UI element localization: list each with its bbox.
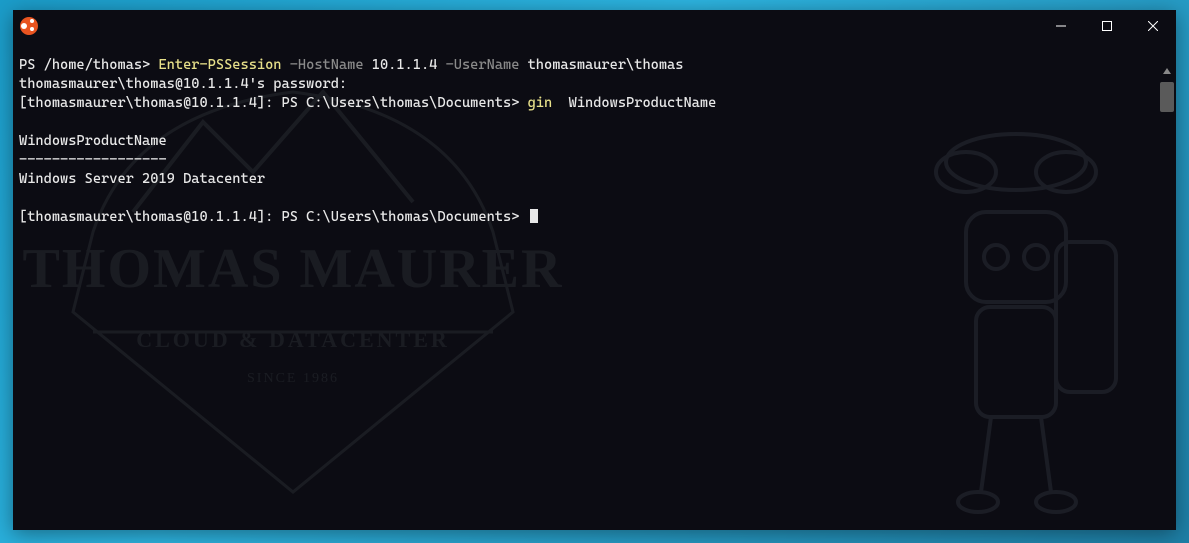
- scrollbar[interactable]: [1160, 82, 1174, 522]
- output-separator: ------------------: [19, 152, 167, 168]
- remote-prompt: [thomasmaurer\thomas@10.1.1.4]: PS C:\Us…: [19, 95, 528, 111]
- parameter-name: -HostName: [290, 57, 364, 73]
- scrollbar-thumb[interactable]: [1160, 82, 1174, 112]
- minimize-button[interactable]: [1038, 10, 1084, 42]
- terminal-window: THOMAS MAURER CLOUD & DATACENTER SINCE 1…: [13, 10, 1176, 530]
- titlebar[interactable]: [13, 10, 1176, 42]
- cmdlet-name: gin: [528, 95, 553, 111]
- maximize-icon: [1102, 21, 1112, 31]
- scroll-up-icon[interactable]: [1163, 68, 1171, 74]
- watermark-since: SINCE 1986: [247, 371, 339, 386]
- parameter-value: 10.1.1.4: [364, 57, 446, 73]
- output-value: Windows Server 2019 Datacenter: [19, 171, 265, 187]
- ubuntu-icon: [20, 17, 38, 35]
- cmdlet-name: Enter-PSSession: [158, 57, 281, 73]
- password-prompt: thomasmaurer\thomas@10.1.1.4's password:: [19, 76, 347, 92]
- parameter-value: thomasmaurer\thomas: [519, 57, 683, 73]
- app-icon: [13, 10, 45, 42]
- terminal-body[interactable]: THOMAS MAURER CLOUD & DATACENTER SINCE 1…: [13, 42, 1176, 530]
- watermark-name: THOMAS MAURER: [23, 238, 564, 300]
- remote-prompt: [thomasmaurer\thomas@10.1.1.4]: PS C:\Us…: [19, 209, 528, 225]
- cursor: [530, 209, 538, 223]
- command-arg: WindowsProductName: [552, 95, 716, 111]
- close-button[interactable]: [1130, 10, 1176, 42]
- output-header: WindowsProductName: [19, 133, 167, 149]
- watermark-tag: CLOUD & DATACENTER: [136, 327, 450, 352]
- prompt-text: PS /home/thomas>: [19, 57, 158, 73]
- minimize-icon: [1056, 21, 1066, 31]
- maximize-button[interactable]: [1084, 10, 1130, 42]
- window-controls: [1038, 10, 1176, 42]
- terminal-output: PS /home/thomas> Enter-PSSession -HostNa…: [13, 42, 1176, 233]
- close-icon: [1148, 21, 1158, 31]
- parameter-name: -UserName: [446, 57, 520, 73]
